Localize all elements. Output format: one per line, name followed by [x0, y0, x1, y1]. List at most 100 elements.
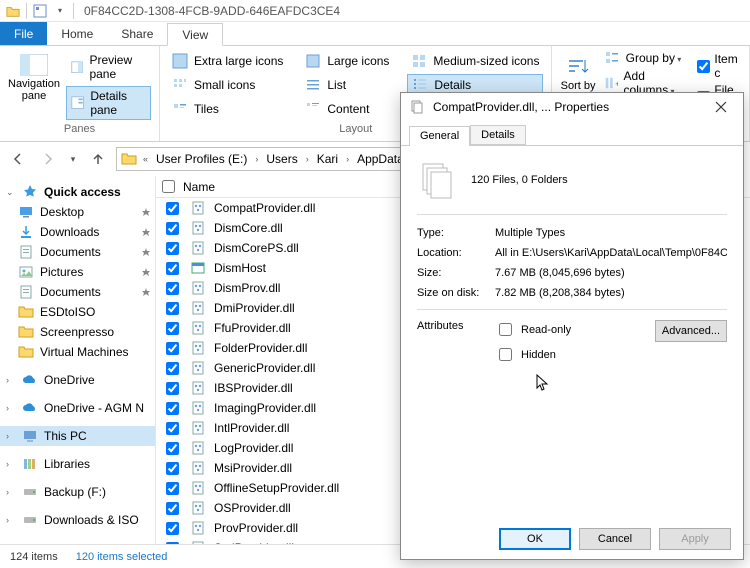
file-name: MsiProvider.dll — [214, 461, 292, 475]
drive-icon — [22, 512, 38, 528]
tab-file[interactable]: File — [0, 22, 47, 45]
row-checkbox[interactable] — [166, 322, 179, 335]
status-item-count: 124 items — [10, 551, 58, 563]
file-name: GenericProvider.dll — [214, 361, 315, 375]
preview-pane-button[interactable]: Preview pane — [66, 50, 151, 84]
sidebar-item[interactable]: Documents — [0, 282, 155, 302]
dll-icon — [190, 420, 206, 436]
row-checkbox[interactable] — [166, 242, 179, 255]
summary-text: 120 Files, 0 Folders — [471, 174, 568, 186]
chevron-icon[interactable]: « — [141, 154, 150, 164]
tab-general[interactable]: General — [409, 126, 470, 146]
qat-dropdown-icon[interactable] — [53, 4, 67, 18]
details-pane-button[interactable]: Details pane — [66, 86, 151, 120]
item-icon — [18, 264, 34, 280]
sidebar-item-label: Documents — [40, 245, 101, 259]
advanced-button[interactable]: Advanced... — [655, 320, 727, 342]
item-icon — [18, 224, 34, 240]
status-selected-count: 120 items selected — [76, 551, 168, 563]
row-checkbox[interactable] — [166, 422, 179, 435]
row-checkbox[interactable] — [166, 342, 179, 355]
back-button[interactable] — [6, 147, 30, 171]
dll-icon — [190, 300, 206, 316]
navigation-pane-button[interactable]: Navigation pane — [8, 50, 60, 123]
sidebar-item[interactable]: Screenpresso — [0, 322, 155, 342]
sidebar-item-label: Virtual Machines — [40, 345, 129, 359]
row-checkbox[interactable] — [166, 222, 179, 235]
select-all-checkbox[interactable] — [162, 180, 175, 193]
row-checkbox[interactable] — [166, 382, 179, 395]
layout-small[interactable]: Small icons — [168, 74, 287, 96]
sidebar-onedrive-agm[interactable]: ›OneDrive - AGM N — [0, 398, 155, 418]
dll-icon — [190, 340, 206, 356]
readonly-checkbox[interactable]: Read-only — [495, 320, 571, 339]
dll-icon — [190, 240, 206, 256]
folder-icon — [121, 151, 137, 167]
dll-icon — [190, 280, 206, 296]
sidebar-downloads-iso-drive[interactable]: ›Downloads & ISO — [0, 510, 155, 530]
sidebar-item[interactable]: Pictures — [0, 262, 155, 282]
item-checkboxes-toggle[interactable]: Item c — [697, 52, 741, 80]
sidebar-item[interactable]: Downloads — [0, 222, 155, 242]
dll-icon — [190, 320, 206, 336]
layout-content[interactable]: Content — [301, 98, 393, 120]
item-icon — [18, 284, 34, 300]
row-checkbox[interactable] — [166, 442, 179, 455]
sidebar-item[interactable]: ESDtoISO — [0, 302, 155, 322]
row-checkbox[interactable] — [166, 302, 179, 315]
sidebar-this-pc[interactable]: ›This PC — [0, 426, 155, 446]
apply-button[interactable]: Apply — [659, 528, 731, 550]
recent-locations-button[interactable]: ▾ — [66, 147, 80, 171]
breadcrumb-segment[interactable]: Users — [260, 148, 303, 170]
layout-large[interactable]: Large icons — [301, 50, 393, 72]
sidebar-item[interactable]: Virtual Machines — [0, 342, 155, 362]
sidebar-quick-access[interactable]: ⌄Quick access — [0, 182, 155, 202]
file-name: LogProvider.dll — [214, 441, 293, 455]
row-checkbox[interactable] — [166, 482, 179, 495]
ok-button[interactable]: OK — [499, 528, 571, 550]
row-checkbox[interactable] — [166, 202, 179, 215]
close-button[interactable] — [707, 97, 735, 117]
sidebar-item[interactable]: Desktop — [0, 202, 155, 222]
item-icon — [18, 324, 34, 340]
cancel-button[interactable]: Cancel — [579, 528, 651, 550]
sidebar-onedrive[interactable]: ›OneDrive — [0, 370, 155, 390]
forward-button[interactable] — [36, 147, 60, 171]
cloud-icon — [22, 372, 38, 388]
row-checkbox[interactable] — [166, 262, 179, 275]
sidebar-item-label: Downloads — [40, 225, 99, 239]
sidebar-item[interactable]: Documents — [0, 242, 155, 262]
tab-share[interactable]: Share — [107, 22, 167, 45]
file-name: DismProv.dll — [214, 281, 280, 295]
hidden-checkbox[interactable]: Hidden — [495, 345, 571, 364]
tab-view[interactable]: View — [167, 23, 223, 46]
sidebar-libraries[interactable]: ›Libraries — [0, 454, 155, 474]
tab-details[interactable]: Details — [470, 125, 526, 145]
column-header-name[interactable]: Name — [183, 180, 215, 194]
row-checkbox[interactable] — [166, 462, 179, 475]
file-name: IBSProvider.dll — [214, 381, 293, 395]
breadcrumb-segment[interactable]: User Profiles (E:) — [150, 148, 253, 170]
file-name: DismHost — [214, 261, 266, 275]
up-button[interactable] — [86, 147, 110, 171]
row-checkbox[interactable] — [166, 542, 179, 545]
row-checkbox[interactable] — [166, 362, 179, 375]
qat-properties-icon[interactable] — [33, 4, 47, 18]
row-checkbox[interactable] — [166, 282, 179, 295]
breadcrumb-segment[interactable]: Kari — [311, 148, 344, 170]
file-name: FolderProvider.dll — [214, 341, 307, 355]
layout-tiles[interactable]: Tiles — [168, 98, 287, 120]
sidebar-item-label: Pictures — [40, 265, 83, 279]
layout-list[interactable]: List — [301, 74, 393, 96]
row-checkbox[interactable] — [166, 502, 179, 515]
row-checkbox[interactable] — [166, 522, 179, 535]
layout-extra-large[interactable]: Extra large icons — [168, 50, 287, 72]
layout-medium[interactable]: Medium-sized icons — [407, 50, 543, 72]
file-name: OSProvider.dll — [214, 501, 291, 515]
dll-icon — [190, 500, 206, 516]
row-checkbox[interactable] — [166, 402, 179, 415]
group-by-button[interactable]: Group by — [604, 50, 690, 66]
sidebar-backup-drive[interactable]: ›Backup (F:) — [0, 482, 155, 502]
small-icon — [172, 77, 188, 93]
tab-home[interactable]: Home — [47, 22, 107, 45]
